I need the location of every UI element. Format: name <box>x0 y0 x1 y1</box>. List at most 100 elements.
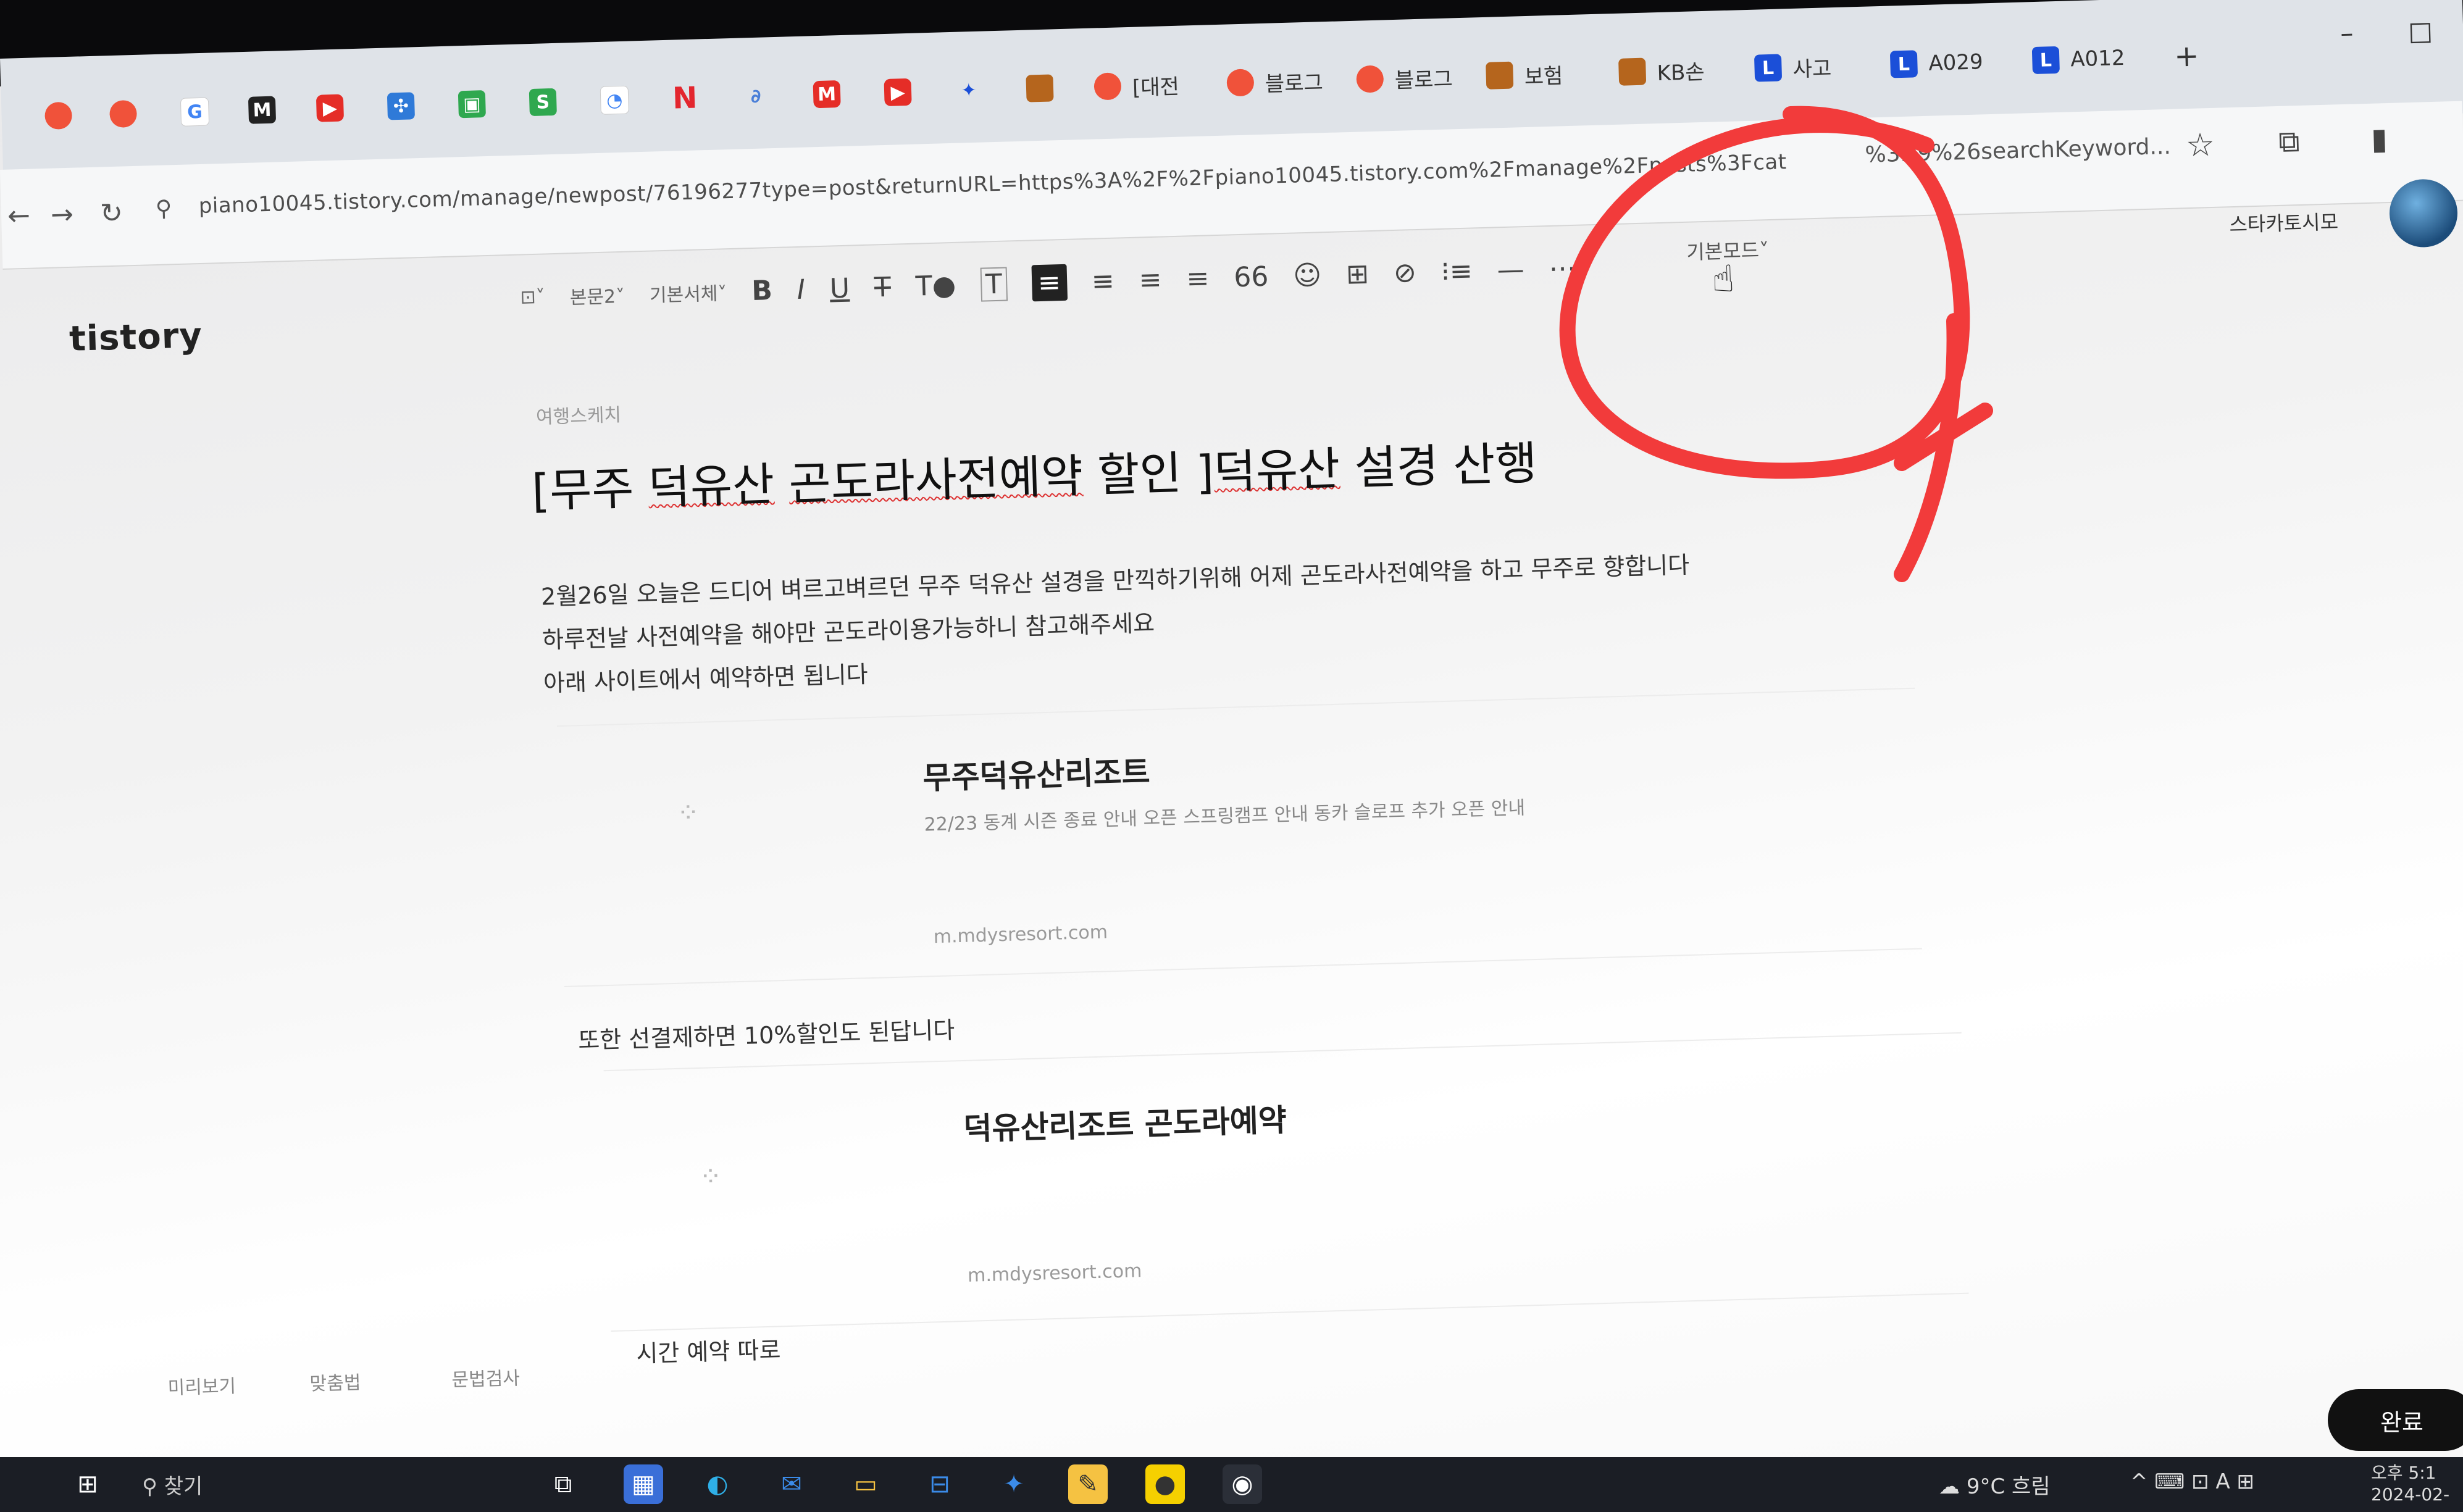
reload-icon[interactable]: ↻ <box>99 197 123 229</box>
body-paragraph[interactable]: 2월26일 오늘은 드디어 벼르고벼르던 무주 덕유산 설경을 만끽하기위해 어… <box>540 546 1690 612</box>
align-right-button[interactable]: ≡ <box>1139 264 1162 296</box>
title-text: 할인 ] <box>1082 446 1215 503</box>
kakaotalk-icon[interactable]: ● <box>1145 1464 1185 1504</box>
tab[interactable]: N <box>671 64 700 132</box>
tab[interactable]: L A029 <box>1889 28 1984 98</box>
tab[interactable]: 보험 <box>1485 40 1564 109</box>
m-red-icon: M <box>813 80 841 109</box>
tistory-logo[interactable]: tistory <box>69 315 203 359</box>
o-icon: ◔ <box>600 85 629 115</box>
sticky-notes-icon[interactable]: ✎ <box>1068 1464 1108 1504</box>
tab[interactable]: ◔ <box>600 66 630 135</box>
taskbar-search[interactable]: ⚲ 찾기 <box>142 1469 203 1500</box>
grammar-check-button[interactable]: 문법검사 <box>451 1363 521 1392</box>
tab[interactable]: ▶ <box>884 58 913 127</box>
tab[interactable]: S <box>529 68 558 136</box>
cloud-icon: ☁ <box>1939 1474 1967 1499</box>
tab[interactable]: M <box>813 60 842 128</box>
spellcheck-button[interactable]: 맞춤법 <box>309 1367 361 1395</box>
site-settings-icon[interactable]: ⚲ <box>155 196 172 222</box>
tab[interactable]: G <box>180 78 210 146</box>
calculator-icon[interactable]: ▦ <box>624 1464 663 1504</box>
link-icon: ∂ <box>750 85 761 107</box>
tab[interactable] <box>44 81 73 150</box>
avatar[interactable] <box>2388 178 2459 248</box>
done-button[interactable]: 완료 <box>2328 1389 2463 1451</box>
search-icon: ⚲ <box>142 1474 164 1499</box>
body-paragraph[interactable]: 하루전날 사전예약을 해야만 곤도라이용가능하니 참고해주세요 <box>542 604 1155 655</box>
italic-button[interactable]: I <box>797 274 805 305</box>
underline-button[interactable]: U <box>829 272 850 304</box>
edge-icon[interactable]: ◐ <box>698 1464 737 1504</box>
tab[interactable]: [대전 <box>1093 51 1180 121</box>
link-preview-card[interactable]: ⁘ 무주덕유산리조트 22/23 동계 시즌 종료 안내 오픈 스프링캠프 안내… <box>556 687 1922 987</box>
tab[interactable]: ▣ <box>458 70 487 138</box>
system-tray-icons[interactable]: ^ ⌨ ⊡ A ⊞ <box>2130 1469 2254 1494</box>
task-view-icon[interactable]: ⧉ <box>543 1464 583 1504</box>
editor-toolbar: ⊡˅ 본문2˅ 기본서체˅ B I U T T● T ≡ ≡ ≡ ≡ 66 ☺ … <box>519 240 1576 325</box>
tab[interactable]: 블로그 <box>1226 46 1324 117</box>
category-select[interactable]: 여행스케치 <box>535 399 622 429</box>
tab[interactable]: ∂ <box>742 62 771 130</box>
link-preview-card[interactable]: ⁘ 덕유산리조트 곤도라예약 m.mdysresort.com <box>603 1032 1969 1332</box>
tab[interactable]: ▶ <box>316 74 345 143</box>
tab[interactable]: KB손 <box>1618 36 1705 106</box>
tab[interactable]: 블로그 <box>1355 43 1453 113</box>
tab-label: KB손 <box>1657 59 1705 86</box>
tab[interactable] <box>1025 54 1054 122</box>
forward-icon[interactable]: → <box>50 199 73 231</box>
store-icon[interactable]: ⊟ <box>920 1464 960 1504</box>
table-icon[interactable]: ⊞ <box>1345 258 1369 290</box>
youtube-icon: ▶ <box>884 78 912 107</box>
image-insert-button[interactable]: ⊡˅ <box>520 286 545 308</box>
file-explorer-icon[interactable]: ▭ <box>846 1464 885 1504</box>
strikethrough-button[interactable]: T <box>874 271 891 303</box>
profile-name[interactable]: 스타카토시모 <box>2229 206 2339 238</box>
body-paragraph[interactable]: 시간 예약 따로 <box>636 1330 781 1369</box>
extensions-icon[interactable]: ⧉ <box>2278 124 2300 160</box>
windows-start-icon[interactable]: ⊞ <box>68 1464 107 1504</box>
weather-widget[interactable]: ☁ 9°C 흐림 <box>1939 1469 2051 1500</box>
align-justify-button[interactable]: ≡ <box>1186 262 1210 294</box>
font-select[interactable]: 기본서체˅ <box>649 278 727 307</box>
list-icon[interactable]: ⁝≡ <box>1441 255 1473 287</box>
new-tab-button[interactable]: + <box>2173 22 2200 91</box>
tab-label: [대전 <box>1132 74 1180 101</box>
body-paragraph[interactable]: 아래 사이트에서 예약하면 됩니다 <box>543 655 868 698</box>
k-icon <box>1618 57 1647 86</box>
tab[interactable]: L 사고 <box>1754 32 1833 102</box>
tab[interactable]: ✣ <box>387 72 416 140</box>
horizontal-rule-icon[interactable]: — <box>1497 254 1524 286</box>
align-left-button[interactable]: ≡ <box>1031 264 1068 301</box>
quote-button[interactable]: 66 <box>1234 261 1269 293</box>
tab[interactable]: L A012 <box>2031 24 2126 94</box>
title-text: 곤도라사전예약 <box>788 449 1084 511</box>
sidepanel-icon[interactable]: ▮ <box>2370 122 2388 157</box>
emoji-icon[interactable]: ☺ <box>1293 259 1322 291</box>
background-color-button[interactable]: T <box>980 266 1008 302</box>
maximize-icon[interactable]: □ <box>2408 15 2433 46</box>
minimize-icon[interactable]: – <box>2340 18 2354 49</box>
link-icon[interactable]: ⊘ <box>1393 256 1416 288</box>
post-title[interactable]: [무주 덕유산 곤도라사전예약 할인 ]덕유산 설경 산행 <box>531 427 1538 520</box>
text-color-button[interactable]: T● <box>915 269 956 302</box>
align-center-button[interactable]: ≡ <box>1091 265 1114 297</box>
body-paragraph[interactable]: 또한 선결제하면 10%할인도 된답니다 <box>577 1011 955 1055</box>
title-text <box>774 457 790 511</box>
tab[interactable] <box>109 80 138 148</box>
clock[interactable]: 오후 5:1 2024-02- <box>2371 1460 2449 1505</box>
mail-icon[interactable]: ✉ <box>772 1464 811 1504</box>
bold-button[interactable]: B <box>751 275 773 307</box>
paragraph-style-select[interactable]: 본문2˅ <box>569 281 625 309</box>
more-icon[interactable]: ⋯ <box>1549 252 1576 284</box>
chrome-icon[interactable]: ◉ <box>1223 1464 1262 1504</box>
preview-button[interactable]: 미리보기 <box>167 1371 236 1400</box>
tab[interactable]: M <box>248 76 277 144</box>
back-icon[interactable]: ← <box>7 200 30 232</box>
tab[interactable]: ✦ <box>955 56 984 125</box>
card-title: 덕유산리조트 곤도라예약 <box>963 1102 1287 1147</box>
bookmark-star-icon[interactable]: ☆ <box>2185 127 2215 164</box>
bird-icon: ✦ <box>960 79 977 102</box>
url-tail[interactable]: %3D9%26searchKeyword... <box>1865 134 2171 168</box>
app-icon[interactable]: ✦ <box>994 1464 1034 1504</box>
